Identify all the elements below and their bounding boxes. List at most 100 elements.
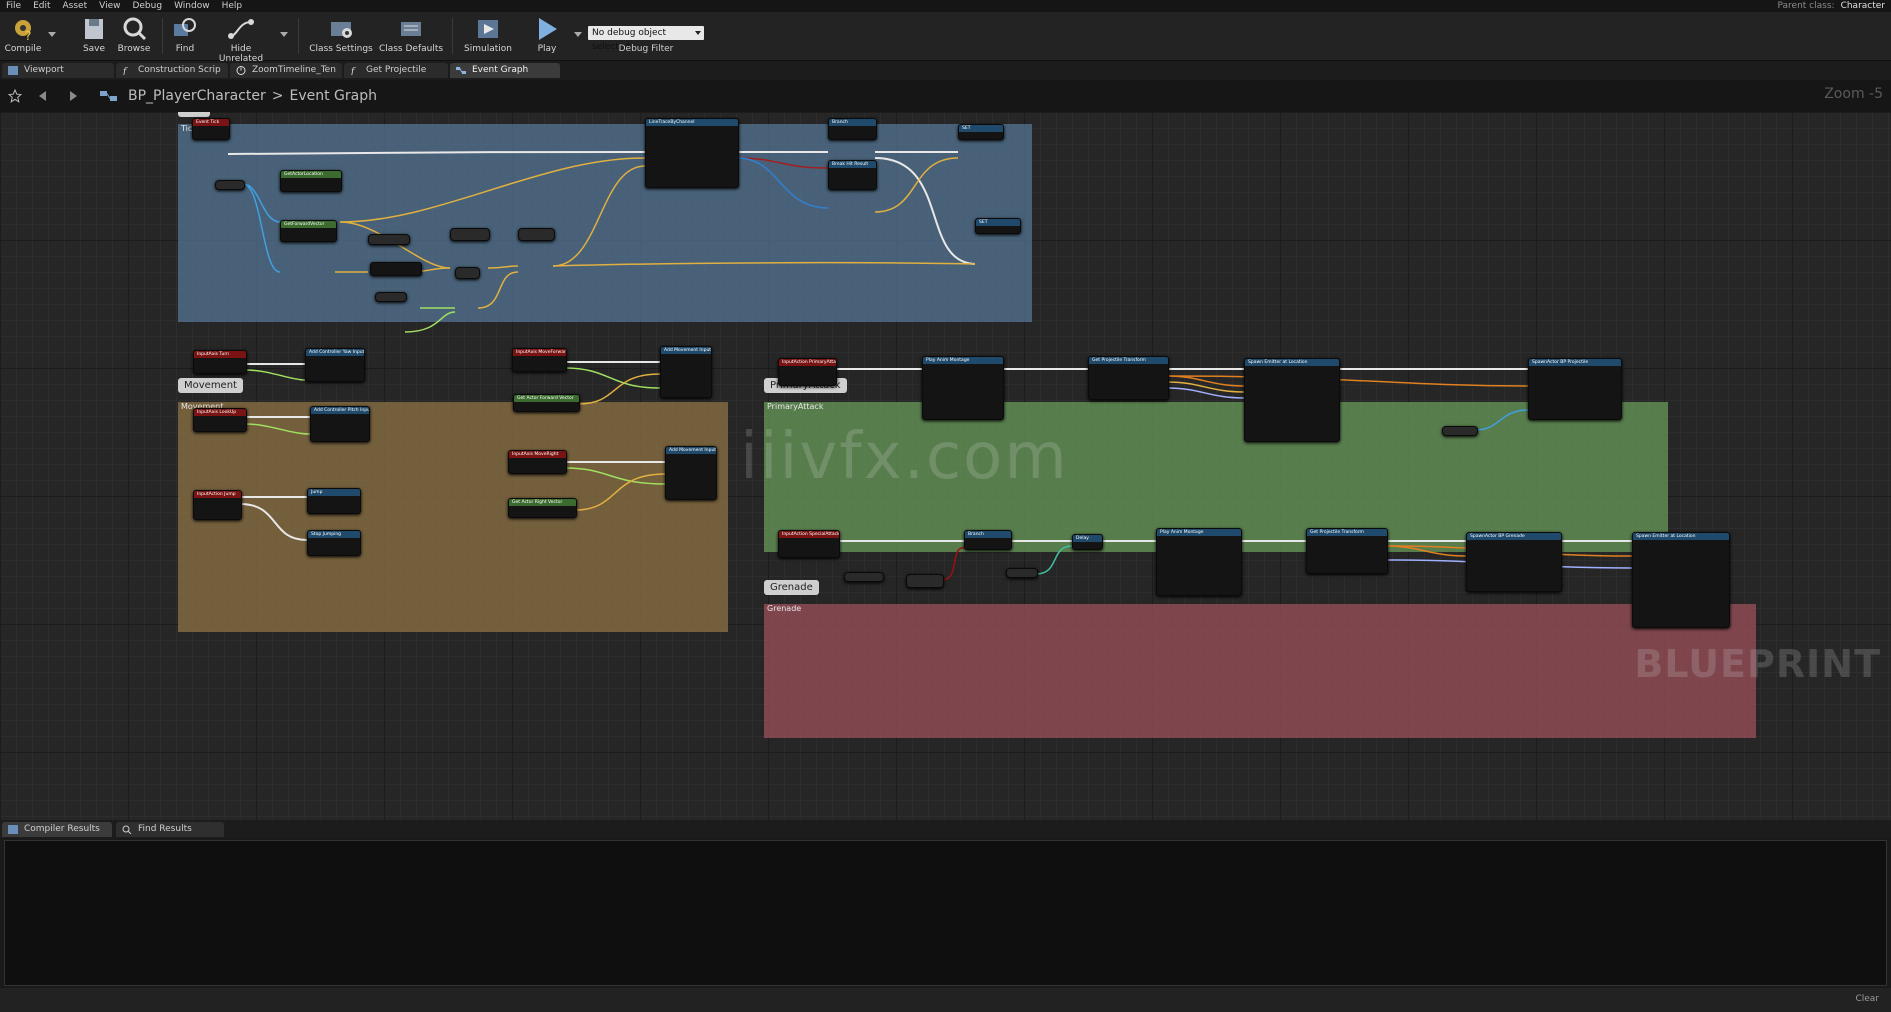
tab-construction-script[interactable]: f Construction Scrip [116, 63, 228, 78]
node-spawn-emitter-2[interactable]: Spawn Emitter at Location [1632, 532, 1730, 628]
node-not-bool[interactable] [906, 574, 944, 588]
node-input-primary-attack[interactable]: InputAction PrimaryAttack [778, 358, 837, 386]
forward-arrow-icon[interactable] [66, 89, 80, 103]
node-get-forward-vector[interactable]: GetForwardVector [280, 220, 337, 242]
simulation-button[interactable]: Simulation [460, 14, 516, 58]
tab-viewport[interactable]: Viewport [2, 63, 114, 78]
parent-class-value[interactable]: Character [1841, 1, 1885, 11]
node-get-right-vector[interactable]: Get Actor Right Vector [508, 498, 577, 518]
browse-button[interactable]: Browse [114, 14, 154, 58]
node-branch-grenade[interactable]: Branch [964, 530, 1012, 550]
play-icon [539, 18, 557, 40]
node-input-jump[interactable]: InputAction Jump [193, 490, 242, 520]
search-icon [122, 825, 132, 834]
node-add-movement-2[interactable]: Add Movement Input [665, 446, 717, 500]
node-float-constant[interactable] [375, 292, 407, 302]
debug-object-select[interactable]: No debug object selected [588, 26, 704, 52]
node-make-vector[interactable] [455, 267, 480, 279]
node-delay-var[interactable] [1006, 568, 1038, 578]
tab-event-graph[interactable]: Event Graph [450, 63, 560, 78]
play-button[interactable]: Play [524, 14, 570, 58]
clear-button[interactable]: Clear [1855, 994, 1879, 1004]
node-line-trace[interactable]: LineTraceByChannel [645, 118, 739, 188]
node-branch-tick[interactable]: Branch [828, 118, 877, 140]
tab-find-results[interactable]: Find Results [116, 822, 224, 837]
tab-zoom-timeline[interactable]: ZoomTimeline_Ten [230, 63, 342, 78]
node-random-float[interactable] [370, 262, 422, 276]
breadcrumb-separator: > [271, 88, 284, 104]
node-input-turn[interactable]: InputAxis Turn [193, 350, 247, 374]
toolbar: ? Compile Save Browse Find Hide Unrelate… [0, 12, 1891, 64]
comment-grenade-header: Grenade [767, 604, 802, 613]
comment-tick-header: Tick [181, 124, 197, 133]
compile-button[interactable]: ? Compile [2, 14, 44, 58]
class-defaults-icon [401, 22, 421, 36]
svg-text:f: f [122, 67, 128, 75]
node-get-projectile-transform-1[interactable]: Get Projectile Transform [1088, 356, 1169, 400]
comment-grenade[interactable]: Grenade [764, 604, 1756, 738]
node-jump[interactable]: Jump [307, 488, 361, 514]
node-break-hit[interactable]: Break Hit Result [828, 160, 877, 190]
play-options-button[interactable] [572, 14, 584, 58]
node-multiply-vector[interactable] [368, 234, 410, 245]
menu-asset[interactable]: Asset [57, 0, 94, 12]
node-get-forward-vector-move[interactable]: Get Actor Forward Vector [513, 394, 580, 412]
star-icon[interactable] [8, 89, 22, 103]
node-play-anim-montage-2[interactable]: Play Anim Montage [1156, 528, 1242, 596]
node-event-tick[interactable]: Event Tick [192, 118, 230, 140]
comment-movement-bubble[interactable]: Movement [178, 378, 243, 393]
menu-view[interactable]: View [93, 0, 126, 12]
node-spawn-emitter-1[interactable]: Spawn Emitter at Location [1244, 358, 1340, 442]
transform-wire [1166, 375, 1245, 387]
node-input-move-forward[interactable]: InputAxis MoveForward [512, 348, 567, 372]
menu-debug[interactable]: Debug [126, 0, 168, 12]
node-get-projectile-transform-2[interactable]: Get Projectile Transform [1306, 528, 1388, 574]
node-self-reference[interactable] [215, 180, 245, 190]
float-wire [564, 367, 661, 389]
node-spawn-actor-2[interactable]: SpawnActor BP Grenade [1466, 532, 1562, 592]
menu-file[interactable]: File [0, 0, 27, 12]
node-set-aim[interactable]: SET [975, 218, 1021, 234]
node-self-primary[interactable] [1442, 426, 1478, 436]
node-add-movement-1[interactable]: Add Movement Input [660, 346, 712, 398]
breadcrumb-blueprint[interactable]: BP_PlayerCharacter [128, 88, 266, 104]
node-play-anim-montage-1[interactable]: Play Anim Montage [922, 356, 1004, 420]
class-defaults-button[interactable]: Class Defaults [378, 14, 444, 58]
zoom-level: Zoom -5 [1824, 86, 1883, 102]
comment-grenade-bubble[interactable]: Grenade [764, 580, 819, 595]
svg-text:?: ? [25, 29, 31, 42]
node-set-target[interactable]: SET [958, 124, 1004, 140]
node-get-actor-location[interactable]: GetActorLocation [280, 170, 342, 192]
node-add-pitch[interactable]: Add Controller Pitch Input [310, 406, 370, 442]
find-button[interactable]: Find [168, 14, 202, 58]
parent-class: Parent class: Character [1778, 0, 1885, 12]
menu-edit[interactable]: Edit [27, 0, 56, 12]
node-input-move-right[interactable]: InputAxis MoveRight [508, 450, 567, 474]
save-button[interactable]: Save [76, 14, 112, 58]
tab-get-projectile-transform[interactable]: f Get Projectile Tran [344, 63, 448, 90]
save-icon [85, 19, 103, 39]
comment-movement[interactable]: Movement [178, 402, 728, 632]
node-stop-jumping[interactable]: Stop Jumping [307, 530, 361, 556]
class-settings-button[interactable]: Class Settings [308, 14, 374, 58]
tab-compiler-results[interactable]: Compiler Results [2, 822, 112, 837]
parent-class-label: Parent class: [1777, 1, 1835, 11]
back-arrow-icon[interactable] [36, 89, 50, 103]
hide-unrelated-options-button[interactable] [278, 14, 290, 58]
comment-tick-bubble[interactable]: Tick [178, 112, 210, 117]
menu-window[interactable]: Window [168, 0, 216, 12]
hide-unrelated-button[interactable]: Hide Unrelated [208, 14, 274, 64]
node-spawn-actor-1[interactable]: SpawnActor BP Projectile [1528, 358, 1622, 420]
node-grenade-bool-var[interactable] [844, 572, 884, 582]
node-add-vector-2[interactable] [518, 228, 555, 241]
node-delay-grenade[interactable]: Delay [1072, 534, 1103, 550]
node-input-lookup[interactable]: InputAxis LookUp [193, 408, 247, 432]
compile-options-button[interactable] [46, 14, 58, 58]
node-add-vector-1[interactable] [450, 228, 490, 241]
node-input-grenade[interactable]: InputAction SpecialAttack [778, 530, 840, 558]
breadcrumb-graph[interactable]: Event Graph [289, 88, 377, 104]
document-tab-bar: Viewport f Construction Scrip ZoomTimeli… [0, 61, 1891, 90]
compiler-results-panel[interactable] [4, 840, 1887, 986]
menu-help[interactable]: Help [216, 0, 249, 12]
node-add-yaw[interactable]: Add Controller Yaw Input [305, 348, 365, 382]
